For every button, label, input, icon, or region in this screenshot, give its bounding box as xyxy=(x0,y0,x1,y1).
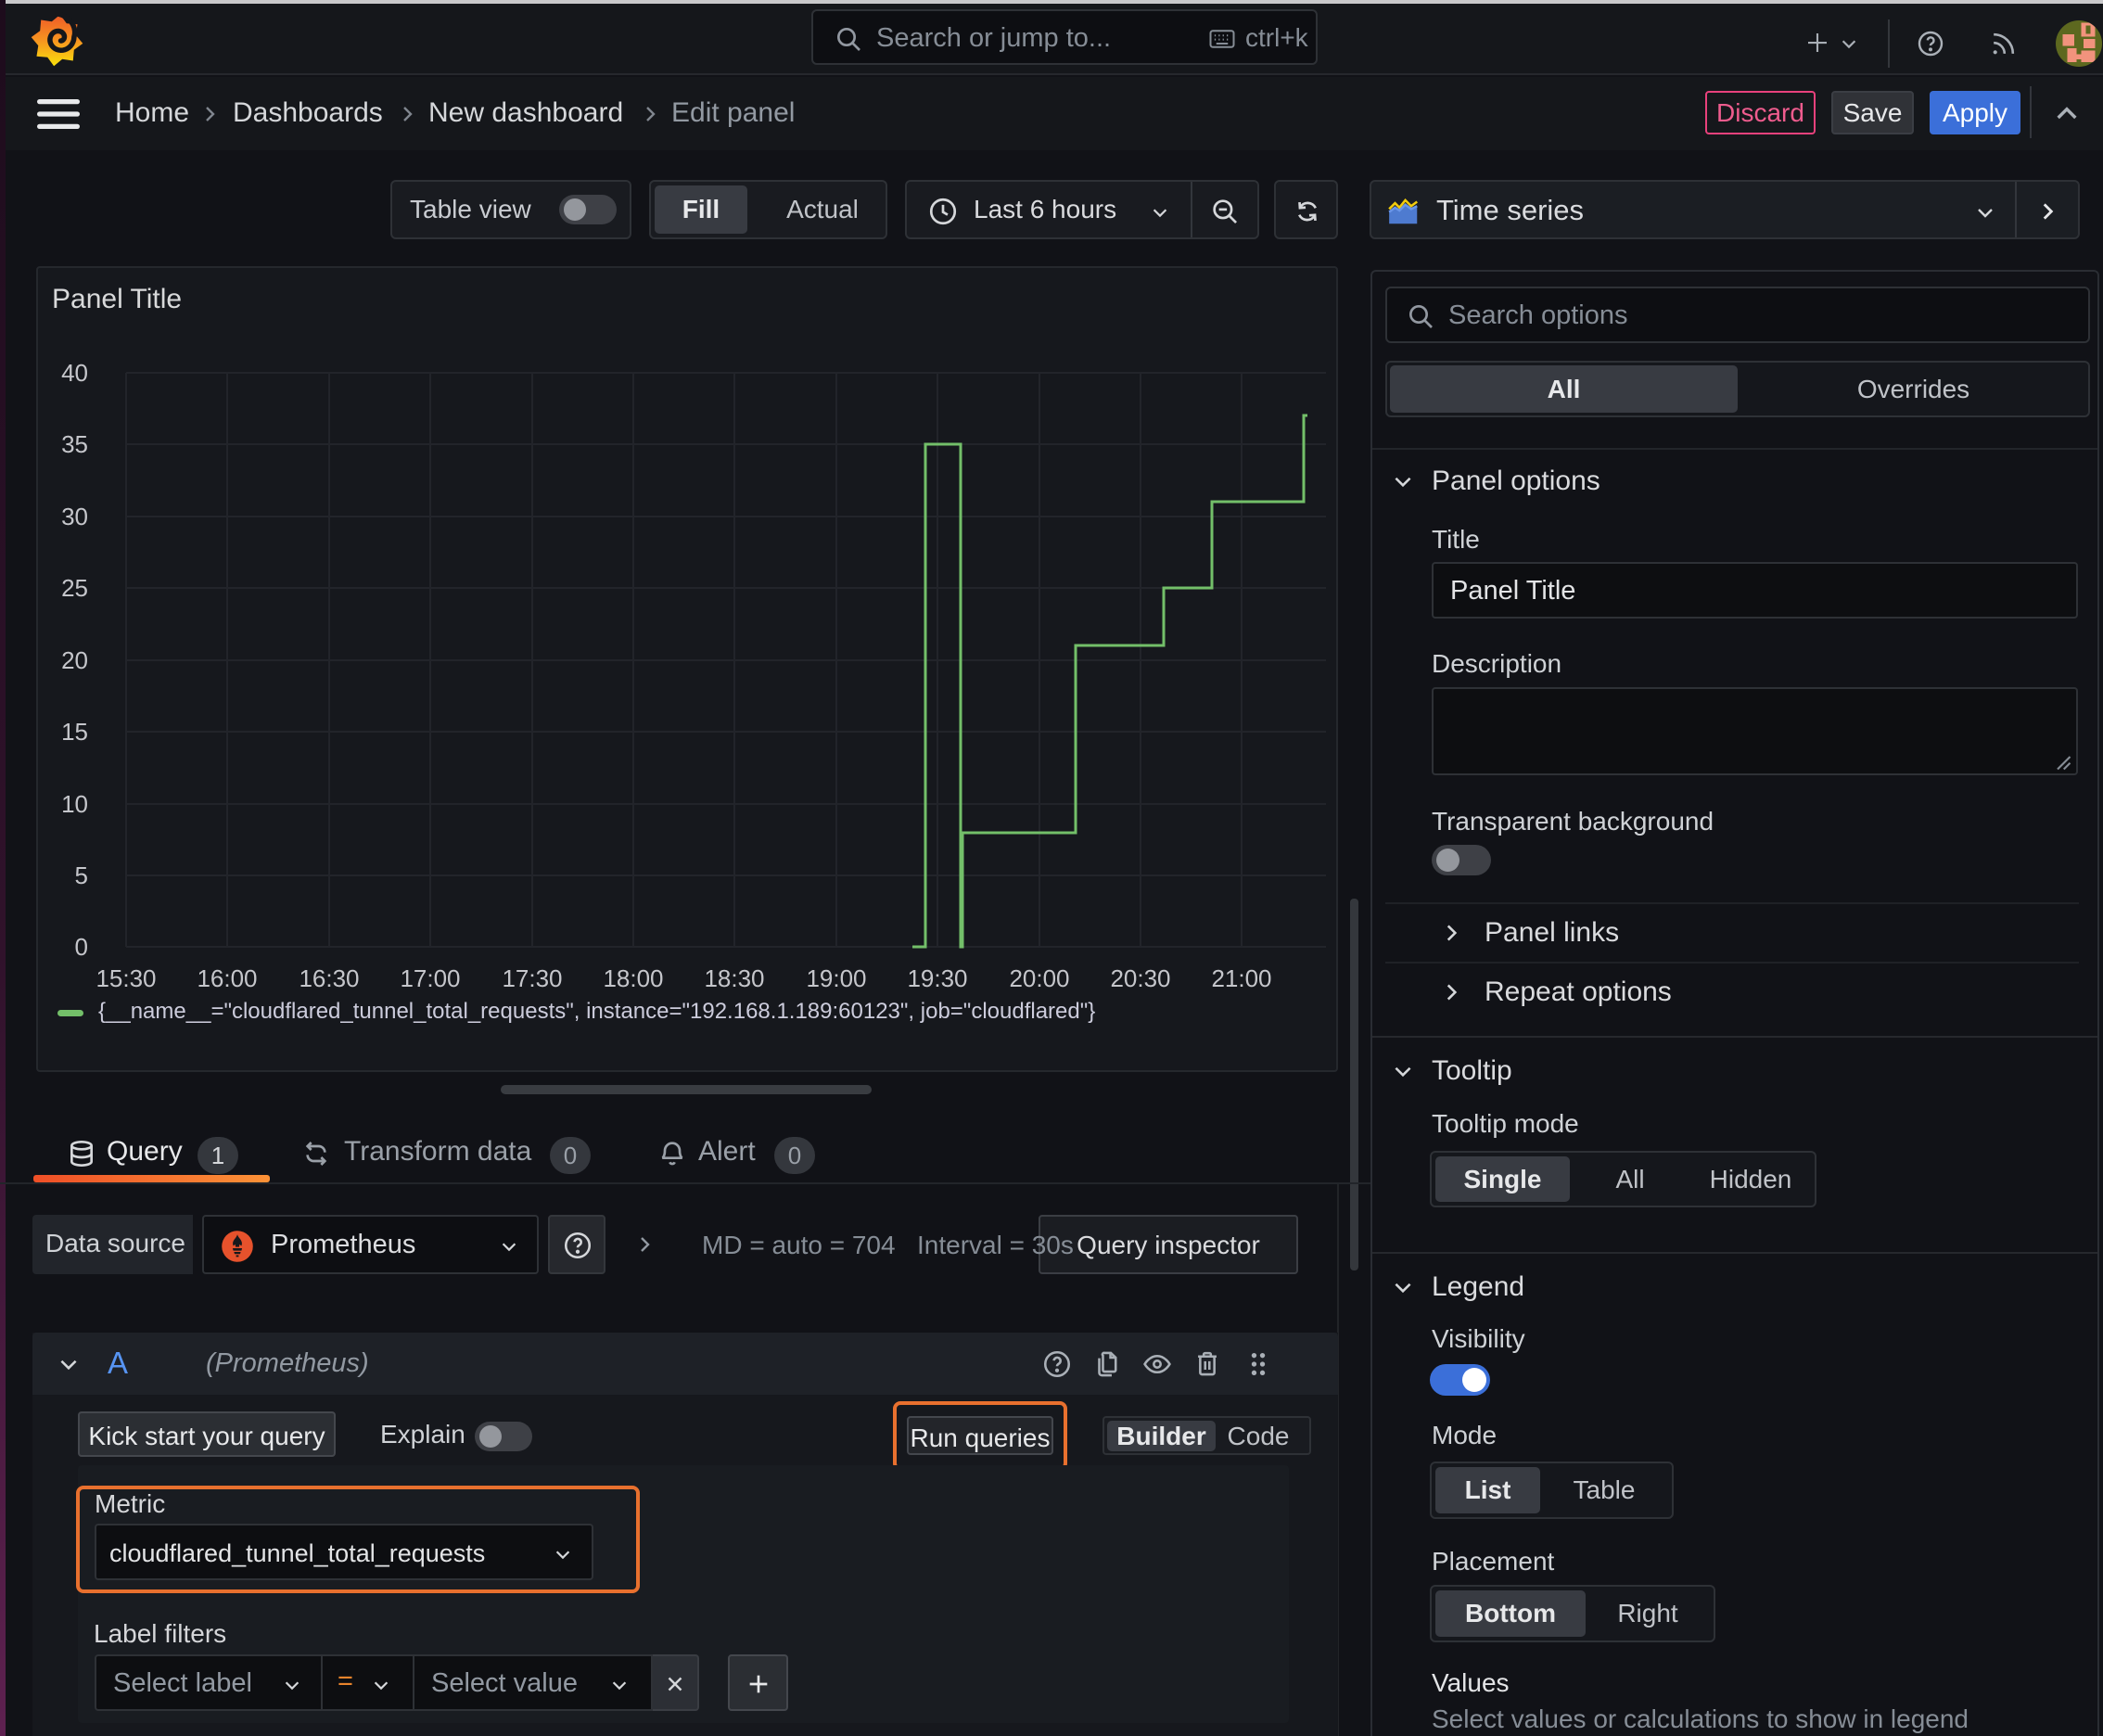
svg-text:20:30: 20:30 xyxy=(1110,964,1170,992)
svg-text:19:00: 19:00 xyxy=(806,964,866,992)
svg-text:25: 25 xyxy=(61,574,88,602)
svg-text:15:30: 15:30 xyxy=(96,964,156,992)
svg-text:35: 35 xyxy=(61,430,88,458)
svg-text:10: 10 xyxy=(61,790,88,818)
svg-text:15: 15 xyxy=(61,718,88,746)
svg-text:30: 30 xyxy=(61,503,88,530)
svg-text:{__name__="cloudflared_tunnel_: {__name__="cloudflared_tunnel_total_requ… xyxy=(98,999,1095,1024)
svg-text:20: 20 xyxy=(61,646,88,674)
svg-text:17:00: 17:00 xyxy=(400,964,460,992)
svg-text:5: 5 xyxy=(75,862,88,889)
svg-text:18:00: 18:00 xyxy=(603,964,663,992)
svg-text:21:00: 21:00 xyxy=(1211,964,1271,992)
svg-text:20:00: 20:00 xyxy=(1009,964,1069,992)
svg-text:18:30: 18:30 xyxy=(704,964,764,992)
svg-text:17:30: 17:30 xyxy=(502,964,562,992)
svg-text:16:00: 16:00 xyxy=(197,964,257,992)
svg-text:19:30: 19:30 xyxy=(907,964,967,992)
svg-text:0: 0 xyxy=(75,933,88,961)
svg-text:16:30: 16:30 xyxy=(299,964,359,992)
svg-text:40: 40 xyxy=(61,359,88,387)
